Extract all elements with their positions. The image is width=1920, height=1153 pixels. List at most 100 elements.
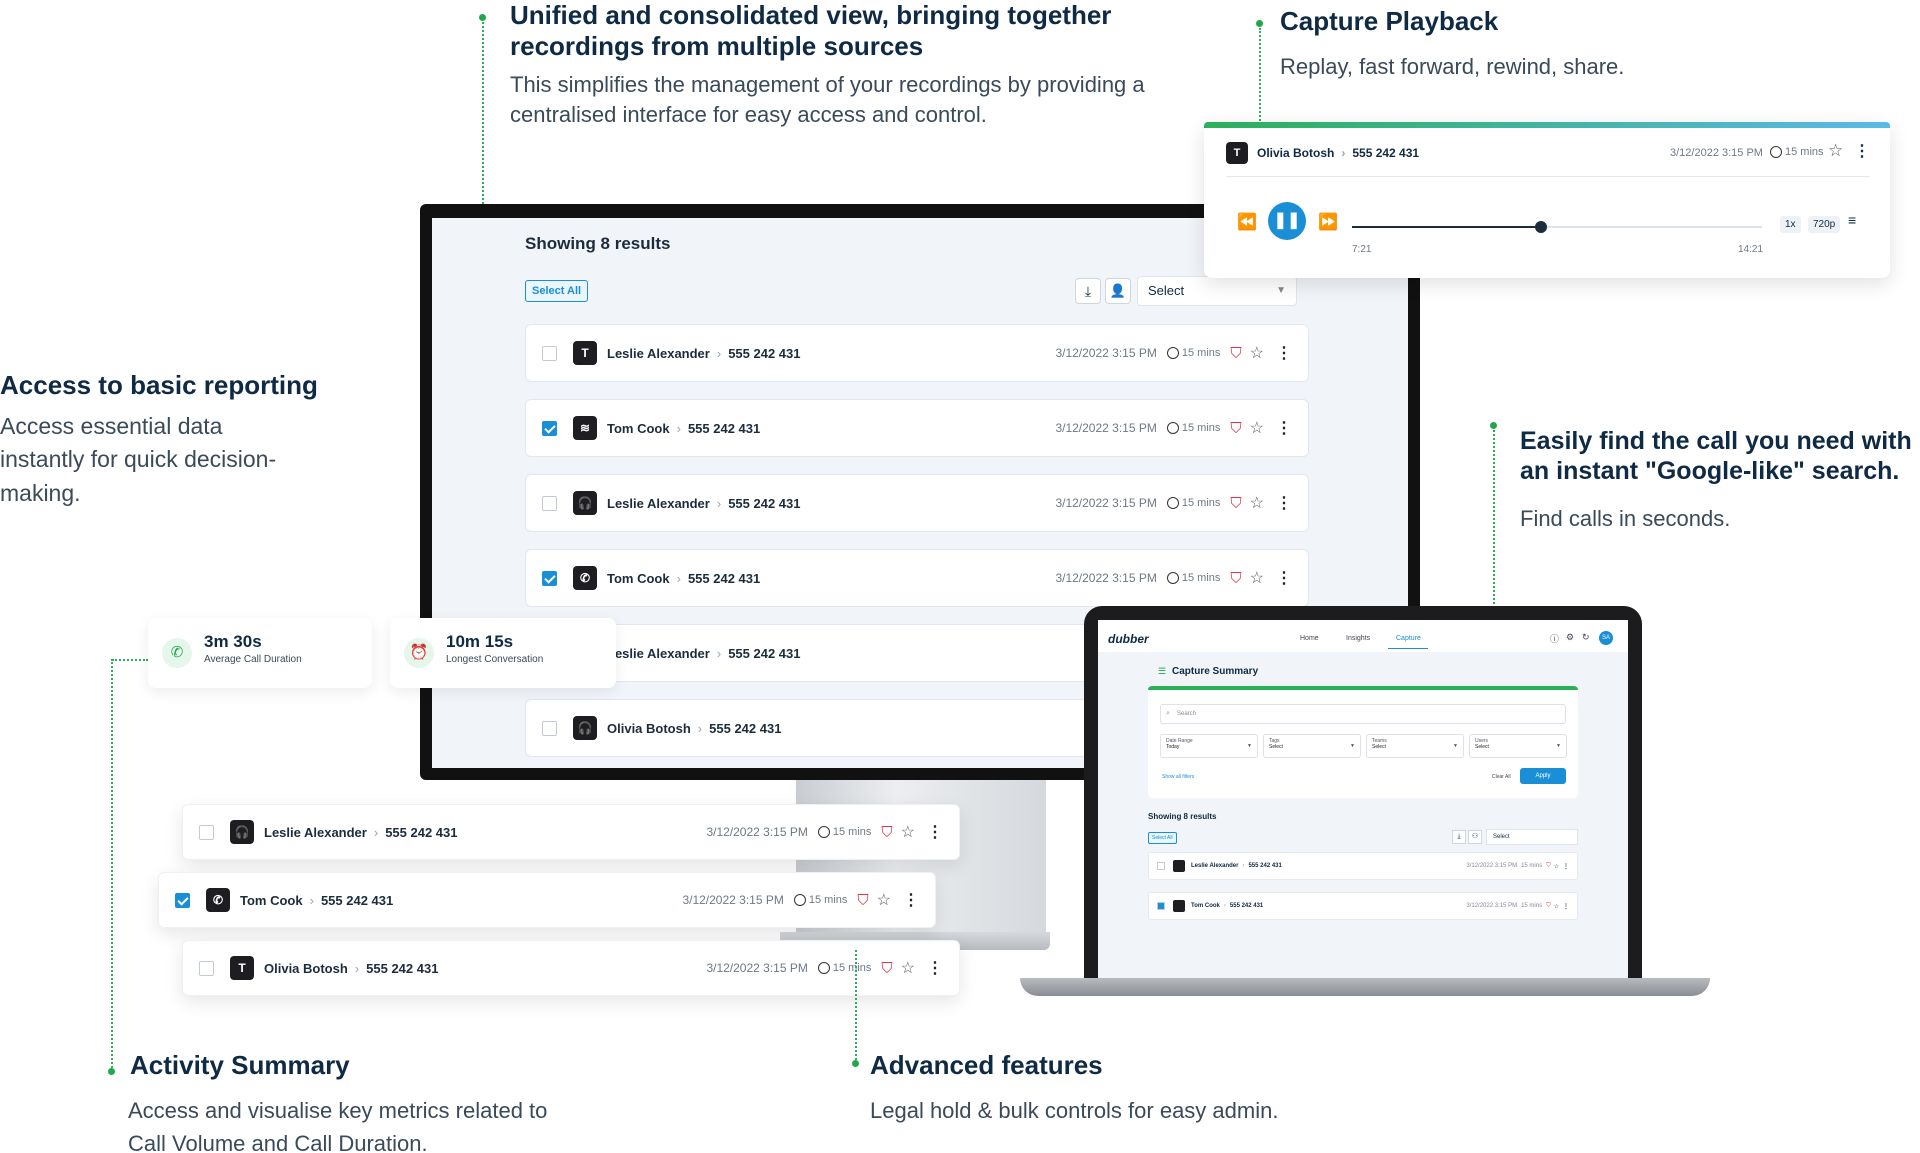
- timeline-track[interactable]: [1352, 221, 1762, 233]
- player-number: 555 242 431: [1352, 146, 1420, 160]
- legal-hold-shield-icon[interactable]: ⛉: [1230, 345, 1241, 362]
- star-icon[interactable]: ☆: [1554, 903, 1559, 910]
- filter-dropdown[interactable]: Tags Select ▼: [1263, 734, 1361, 758]
- table-row[interactable]: ≋ Tom Cook › 555 242 431 3/12/2022 3:15 PM 15…: [525, 399, 1309, 457]
- chevron-right-icon: ›: [309, 892, 314, 908]
- transcript-icon[interactable]: ≡: [1848, 212, 1856, 228]
- row-checkbox[interactable]: [542, 345, 557, 361]
- chevron-down-icon: ▼: [1350, 743, 1355, 749]
- star-icon[interactable]: ☆: [1250, 343, 1264, 363]
- bulk-action-select[interactable]: Select ▼: [1137, 276, 1297, 306]
- teams-icon: T: [1226, 142, 1248, 164]
- kebab-menu-icon[interactable]: ⋮: [1563, 863, 1569, 870]
- pause-button[interactable]: ❚❚: [1268, 202, 1306, 240]
- star-icon[interactable]: ☆: [901, 822, 915, 842]
- table-row[interactable]: Tom Cook › 555 242 431 3/12/2022 3:15 PM 15 …: [1148, 892, 1578, 920]
- teams-icon: T: [230, 956, 254, 980]
- download-icon[interactable]: ⤓: [1075, 278, 1101, 304]
- call-duration: 15 mins: [1181, 497, 1221, 509]
- timeline-handle[interactable]: [1534, 221, 1547, 233]
- star-icon[interactable]: ☆: [901, 958, 915, 978]
- table-row[interactable]: 🎧 Leslie Alexander › 555 242 431 3/12/2022 3…: [182, 804, 960, 860]
- refresh-icon[interactable]: ↻: [1582, 632, 1590, 643]
- speed-button[interactable]: 1x: [1780, 216, 1801, 233]
- teams-icon: T: [573, 341, 597, 365]
- filter-dropdown[interactable]: Teams Select ▼: [1366, 734, 1464, 758]
- contact-name: Olivia Botosh: [607, 720, 691, 736]
- stat-value: 10m 15s: [446, 632, 514, 651]
- phone-number: 555 242 431: [320, 892, 394, 908]
- download-icon[interactable]: ⤓: [1452, 830, 1466, 844]
- table-row[interactable]: T Leslie Alexander › 555 242 431 3/12/2022 3…: [525, 324, 1309, 382]
- star-icon[interactable]: ☆: [1250, 418, 1264, 438]
- legal-hold-shield-icon[interactable]: ⛉: [881, 824, 892, 841]
- clear-all-button[interactable]: Clear All: [1492, 774, 1511, 780]
- apply-button[interactable]: Apply: [1520, 768, 1566, 784]
- nav-capture[interactable]: Capture: [1396, 635, 1421, 642]
- show-all-filters-link[interactable]: Show all filters: [1162, 774, 1194, 780]
- laptop-select-all-button[interactable]: Select All: [1148, 832, 1177, 844]
- avatar[interactable]: SA: [1599, 631, 1613, 645]
- star-icon[interactable]: ☆: [1554, 863, 1559, 870]
- legal-hold-shield-icon[interactable]: ⛉: [1546, 903, 1551, 910]
- kebab-menu-icon[interactable]: ⋮: [1563, 903, 1569, 910]
- kebab-menu-icon[interactable]: ⋮: [1276, 343, 1292, 363]
- table-row[interactable]: T Olivia Botosh › 555 242 431 3/12/2022 3:15…: [182, 940, 960, 996]
- table-row[interactable]: Leslie Alexander › 555 242 431 3/12/2022 3:…: [1148, 852, 1578, 880]
- kebab-menu-icon[interactable]: ⋮: [1276, 418, 1292, 438]
- select-all-button[interactable]: Select All: [525, 280, 589, 302]
- nav-insights[interactable]: Insights: [1346, 635, 1370, 642]
- help-icon[interactable]: ⓘ: [1550, 632, 1559, 645]
- capture-summary-title: Capture Summary: [1172, 666, 1259, 677]
- star-icon[interactable]: ☆: [877, 890, 891, 910]
- search-title: Easily find the call you need with an in…: [1520, 427, 1912, 485]
- legal-hold-shield-icon[interactable]: ⛉: [1230, 495, 1241, 512]
- phone-number: 555 242 431: [687, 570, 761, 586]
- legal-hold-shield-icon[interactable]: ⛉: [1230, 420, 1241, 437]
- nav-home[interactable]: Home: [1300, 635, 1319, 642]
- fast-forward-icon[interactable]: ⏩: [1318, 212, 1338, 232]
- star-icon[interactable]: ☆: [1828, 141, 1843, 161]
- filter-dropdown[interactable]: Date Range Today ▼: [1160, 734, 1258, 758]
- kebab-menu-icon[interactable]: ⋮: [903, 890, 919, 910]
- table-row[interactable]: ✆ Tom Cook › 555 242 431 3/12/2022 3:15 PM 15…: [525, 549, 1309, 607]
- legal-hold-shield-icon[interactable]: ⛉: [881, 960, 892, 977]
- table-row[interactable]: 🎧 Leslie Alexander › 555 242 431 3/12/2022 3…: [525, 474, 1309, 532]
- kebab-menu-icon[interactable]: ⋮: [927, 822, 943, 842]
- user-icon[interactable]: 👤: [1105, 278, 1131, 304]
- kebab-menu-icon[interactable]: ⋮: [1276, 493, 1292, 513]
- gear-icon[interactable]: ⚙: [1566, 632, 1574, 643]
- kebab-menu-icon[interactable]: ⋮: [1854, 141, 1870, 161]
- legal-hold-shield-icon[interactable]: ⛉: [857, 892, 868, 909]
- search-input[interactable]: ⌕ Search: [1160, 704, 1566, 724]
- row-checkbox[interactable]: [199, 960, 214, 976]
- kebab-menu-icon[interactable]: ⋮: [1276, 568, 1292, 588]
- table-row[interactable]: ✆ Tom Cook › 555 242 431 3/12/2022 3:15 PM 15…: [158, 872, 936, 928]
- row-checkbox[interactable]: [199, 824, 214, 840]
- quality-button[interactable]: 720p: [1808, 216, 1841, 233]
- row-checkbox[interactable]: [542, 420, 557, 436]
- row-checkbox[interactable]: [542, 495, 557, 511]
- clock-icon: [1770, 146, 1782, 158]
- filter-dropdown[interactable]: Users Select ▼: [1469, 734, 1567, 758]
- call-duration: 15 mins: [1521, 863, 1543, 869]
- call-date: 3/12/2022 3:15 PM: [706, 825, 808, 839]
- row-checkbox[interactable]: [1157, 862, 1165, 870]
- star-icon[interactable]: ☆: [1250, 568, 1264, 588]
- kebab-menu-icon[interactable]: ⋮: [927, 958, 943, 978]
- legal-hold-shield-icon[interactable]: ⛉: [1546, 863, 1551, 870]
- row-checkbox[interactable]: [1157, 902, 1165, 910]
- laptop-bulk-select[interactable]: Select: [1486, 829, 1578, 845]
- star-icon[interactable]: ☆: [1250, 493, 1264, 513]
- results-count: Showing 8 results: [525, 234, 671, 253]
- player-duration: 15 mins: [1770, 146, 1824, 158]
- activity-body: Access and visualise key metrics related…: [128, 1098, 548, 1153]
- row-checkbox[interactable]: [175, 892, 190, 908]
- user-icon[interactable]: ⚇: [1468, 830, 1482, 844]
- call-duration: 15 mins: [1181, 572, 1221, 584]
- rewind-icon[interactable]: ⏪: [1237, 212, 1257, 232]
- row-checkbox[interactable]: [542, 570, 557, 586]
- row-checkbox[interactable]: [542, 720, 557, 736]
- clock-icon: [1166, 422, 1179, 434]
- legal-hold-shield-icon[interactable]: ⛉: [1230, 570, 1241, 587]
